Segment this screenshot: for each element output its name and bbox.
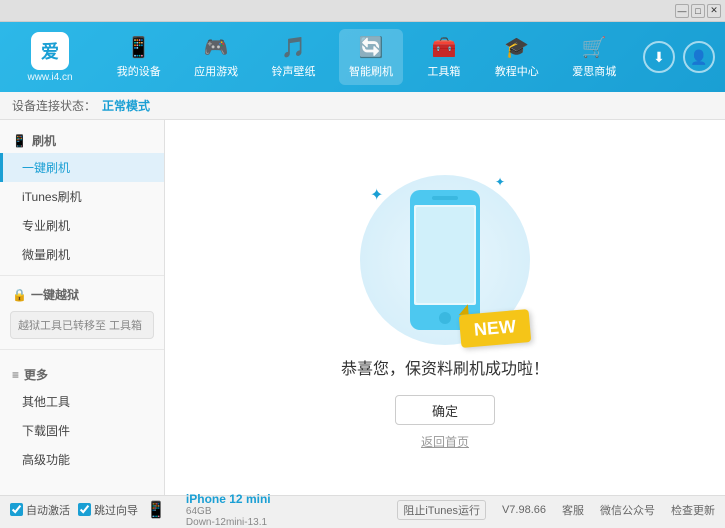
- auto-connect-label: 自动激活: [26, 502, 70, 518]
- nav-ringtones[interactable]: 🎵 铃声壁纸: [262, 29, 326, 85]
- nav-smart-flash[interactable]: 🔄 智能刷机: [339, 29, 403, 85]
- nav-apps-games[interactable]: 🎮 应用游戏: [184, 29, 248, 85]
- wechat-link[interactable]: 微信公众号: [600, 502, 655, 518]
- ringtones-label: 铃声壁纸: [272, 63, 316, 79]
- apps-games-icon: 🎮: [204, 35, 229, 60]
- store-label: 爱思商城: [572, 63, 616, 79]
- toolbox-label: 工具箱: [427, 63, 460, 79]
- new-badge: NEW: [459, 309, 532, 348]
- device-storage: 64GB: [186, 506, 271, 517]
- sidebar-separator-1: [0, 275, 164, 276]
- device-version: Down-12mini-13.1: [186, 517, 271, 528]
- more-section-title: 更多: [24, 366, 48, 383]
- nav-store[interactable]: 🛒 爱思商城: [562, 29, 626, 85]
- sidebar-item-other-tools[interactable]: 其他工具: [0, 387, 164, 416]
- flash-section-title: 刷机: [32, 132, 56, 149]
- logo-site: www.i4.cn: [27, 72, 72, 83]
- sidebar-item-one-click-flash[interactable]: 一键刷机: [0, 153, 164, 182]
- sidebar-item-backup-flash[interactable]: 微量刷机: [0, 240, 164, 269]
- header-right: ⬇ 👤: [643, 41, 715, 73]
- ringtones-icon: 🎵: [281, 35, 306, 60]
- sidebar-item-advanced[interactable]: 高级功能: [0, 445, 164, 474]
- sidebar-item-download-fw[interactable]: 下载固件: [0, 416, 164, 445]
- nav-toolbox[interactable]: 🧰 工具箱: [416, 29, 471, 85]
- store-icon: 🛒: [582, 35, 607, 60]
- apps-games-label: 应用游戏: [194, 63, 238, 79]
- user-button[interactable]: 👤: [683, 41, 715, 73]
- sidebar-item-pro-flash[interactable]: 专业刷机: [0, 211, 164, 240]
- device-name: iPhone 12 mini: [186, 492, 271, 506]
- status-label: 设备连接状态：: [12, 97, 96, 114]
- maximize-button[interactable]: □: [691, 4, 705, 18]
- version-label: V7.98.66: [502, 504, 546, 516]
- sidebar-separator-2: [0, 349, 164, 350]
- title-bar: — □ ✕: [0, 0, 725, 22]
- my-device-icon: 📱: [126, 35, 151, 60]
- minimize-button[interactable]: —: [675, 4, 689, 18]
- smart-flash-icon: 🔄: [359, 35, 384, 60]
- success-message: 恭喜您，保资料刷机成功啦！: [341, 355, 549, 379]
- bottom-bar: 自动激活 跳过向导 📱 iPhone 12 mini 64GB Down-12m…: [0, 495, 725, 523]
- go-home-link[interactable]: 返回首页: [421, 433, 469, 450]
- check-update-link[interactable]: 检查更新: [671, 502, 715, 518]
- tutorial-icon: 🎓: [504, 35, 529, 60]
- confirm-button[interactable]: 确定: [395, 395, 495, 425]
- status-value: 正常模式: [102, 97, 150, 114]
- device-info: iPhone 12 mini 64GB Down-12mini-13.1: [186, 492, 271, 528]
- device-phone-icon: 📱: [146, 500, 166, 520]
- sidebar: 📱 刷机 一键刷机 iTunes刷机 专业刷机 微量刷机 🔒 一键越狱 越狱工具…: [0, 120, 165, 495]
- sidebar-section-jailbreak: 🔒 一键越狱: [0, 282, 164, 307]
- nav-bar: 📱 我的设备 🎮 应用游戏 🎵 铃声壁纸 🔄 智能刷机 🧰 工具箱 🎓 教程中心…: [100, 29, 633, 85]
- toolbox-icon: 🧰: [431, 35, 456, 60]
- logo-icon: 爱: [31, 32, 69, 70]
- close-button[interactable]: ✕: [707, 4, 721, 18]
- sidebar-section-flash: 📱 刷机: [0, 128, 164, 153]
- tutorial-label: 教程中心: [495, 63, 539, 79]
- sidebar-notice: 越狱工具已转移至 工具箱: [10, 311, 154, 339]
- header: 爱 www.i4.cn 📱 我的设备 🎮 应用游戏 🎵 铃声壁纸 🔄 智能刷机 …: [0, 22, 725, 92]
- stop-itunes-button[interactable]: 阻止iTunes运行: [397, 500, 486, 520]
- my-device-label: 我的设备: [117, 63, 161, 79]
- flash-section-icon: 📱: [12, 134, 27, 148]
- smart-flash-label: 智能刷机: [349, 63, 393, 79]
- bottom-left: 自动激活 跳过向导 📱 iPhone 12 mini 64GB Down-12m…: [10, 492, 397, 528]
- sidebar-section-more: ≡ 更多: [0, 362, 164, 387]
- sidebar-item-itunes-flash[interactable]: iTunes刷机: [0, 182, 164, 211]
- skip-wizard-label: 跳过向导: [94, 502, 138, 518]
- auto-connect-checkbox[interactable]: 自动激活: [10, 502, 70, 518]
- bottom-right: 阻止iTunes运行 V7.98.66 客服 微信公众号 检查更新: [397, 500, 715, 520]
- auto-connect-input[interactable]: [10, 503, 23, 516]
- main-layout: 📱 刷机 一键刷机 iTunes刷机 专业刷机 微量刷机 🔒 一键越狱 越狱工具…: [0, 120, 725, 495]
- status-bar: 设备连接状态： 正常模式: [0, 92, 725, 120]
- jailbreak-title: 一键越狱: [31, 286, 79, 303]
- skip-wizard-input[interactable]: [78, 503, 91, 516]
- skip-wizard-checkbox[interactable]: 跳过向导: [78, 502, 138, 518]
- sparkle-top-left: ✦: [370, 185, 383, 205]
- nav-my-device[interactable]: 📱 我的设备: [107, 29, 171, 85]
- download-button[interactable]: ⬇: [643, 41, 675, 73]
- more-section-icon: ≡: [12, 368, 19, 382]
- sparkle-top-right: ✦: [495, 175, 505, 189]
- success-illustration: NEW ✦ ✦: [345, 165, 545, 355]
- logo[interactable]: 爱 www.i4.cn: [10, 32, 90, 83]
- lock-icon: 🔒: [12, 288, 27, 302]
- content-area: NEW ✦ ✦ 恭喜您，保资料刷机成功啦！ 确定 返回首页: [165, 120, 725, 495]
- service-link[interactable]: 客服: [562, 502, 584, 518]
- nav-tutorial[interactable]: 🎓 教程中心: [485, 29, 549, 85]
